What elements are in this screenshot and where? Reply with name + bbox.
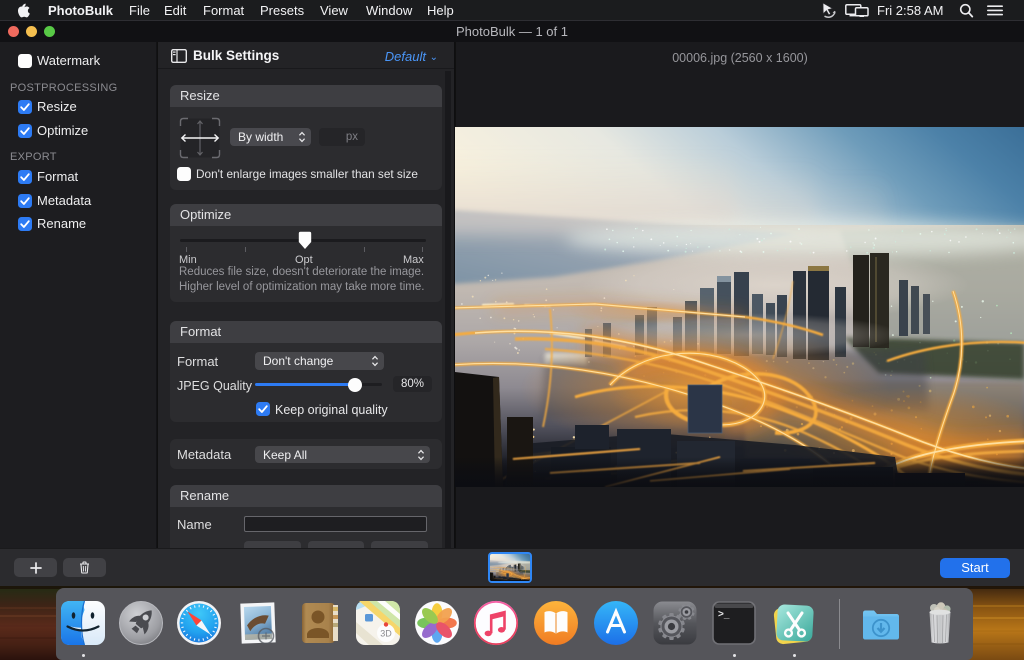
svg-text:3D: 3D [380,629,392,639]
svg-text:>_: >_ [718,609,730,620]
